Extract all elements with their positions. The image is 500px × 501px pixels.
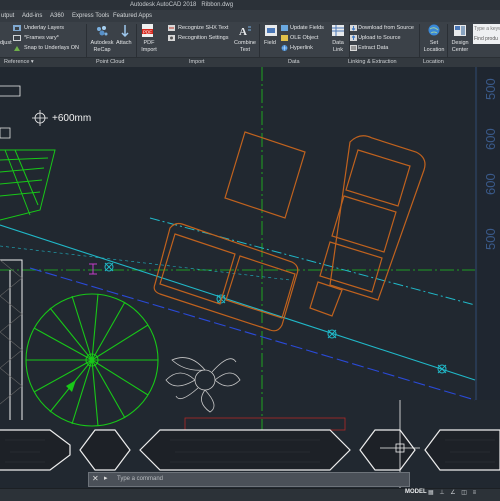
upload-to-source-button[interactable]: Upload to Source — [358, 35, 401, 42]
combine-text-icon: A — [239, 26, 251, 38]
find-products-field[interactable]: Find produ — [473, 35, 500, 44]
design-center-button[interactable]: Design Center — [448, 40, 472, 54]
ruler-label: 600 — [483, 128, 498, 150]
frames-vary-dropdown[interactable]: *Frames vary* — [24, 35, 59, 42]
extract-data-button[interactable]: Extract Data — [358, 45, 388, 52]
panel-label-location: Location — [423, 59, 444, 65]
panel-label-import: Import — [189, 59, 205, 65]
command-prompt-icon[interactable]: ▸ — [104, 474, 108, 482]
adjust-button[interactable]: djust — [0, 40, 12, 47]
frames-icon — [13, 35, 21, 41]
data-link-button[interactable]: Data Link — [328, 40, 348, 54]
command-line[interactable]: ✕ ▸ Type a command — [88, 472, 410, 487]
title-bar: Autodesk AutoCAD 2018 Ribbon.dwg — [0, 0, 500, 10]
recap-icon — [97, 26, 108, 36]
tab-express-tools[interactable]: Express Tools — [72, 10, 109, 22]
wall-segment — [424, 429, 500, 471]
autodesk-recap-button[interactable]: Autodesk ReCap — [88, 40, 116, 54]
tab-add-ins[interactable]: Add-ins — [22, 10, 42, 22]
ole-object-button[interactable]: OLE Object — [290, 35, 318, 42]
underlay-layers-button[interactable]: Underlay Layers — [24, 25, 64, 32]
download-icon — [350, 25, 357, 31]
command-input[interactable]: Type a command — [117, 476, 163, 482]
data-link-icon — [332, 25, 344, 36]
pdf-import-button[interactable]: PDF Import — [138, 40, 160, 54]
tab-featured-apps[interactable]: Featured Apps — [113, 10, 152, 22]
set-location-icon — [428, 24, 440, 36]
update-fields-icon — [281, 25, 288, 31]
search-input[interactable] — [473, 24, 500, 35]
tab-output[interactable]: utput — [1, 10, 14, 22]
download-from-source-button[interactable]: Download from Source — [358, 25, 414, 32]
ole-object-icon — [281, 35, 288, 41]
wall-segment — [139, 429, 351, 471]
model-tab[interactable]: MODEL — [405, 489, 427, 495]
hyperlink-button[interactable]: Hyperlink — [290, 45, 313, 52]
underlay-layers-icon — [13, 25, 21, 31]
panel-label-data: Data — [288, 59, 300, 65]
attach-button[interactable]: Attach — [116, 40, 132, 47]
ruler-label: 500 — [483, 78, 498, 100]
upload-icon — [350, 35, 357, 41]
update-fields-button[interactable]: Update Fields — [290, 25, 324, 32]
recognize-shx-icon — [168, 25, 175, 31]
dimension-label: +600mm — [52, 113, 91, 124]
recognition-settings-button[interactable]: Recognition Settings — [178, 35, 228, 42]
close-icon[interactable]: ✕ — [92, 474, 99, 483]
snap-to-underlays-dropdown[interactable]: Snap to Underlays ON — [24, 45, 79, 52]
svg-text:A: A — [239, 26, 247, 38]
field-icon — [265, 25, 277, 36]
ruler-label: 600 — [483, 173, 498, 195]
tab-a360[interactable]: A360 — [50, 10, 64, 22]
combine-text-button[interactable]: Combine Text — [232, 40, 258, 54]
status-bar-toggles[interactable]: ▦ ⊥ ∠ ◫ ≡ — [428, 489, 478, 496]
recognition-settings-icon — [168, 35, 175, 41]
ribbon-panel-labels: Reference ▾ Point Cloud Import Data Link… — [0, 57, 500, 67]
hyperlink-icon — [281, 45, 288, 51]
set-location-button[interactable]: Set Location — [422, 40, 446, 54]
extract-data-icon — [350, 45, 357, 51]
field-button[interactable]: Field — [264, 40, 276, 47]
drawing-canvas[interactable]: 500 600 600 500 +600mm — [0, 67, 500, 488]
svg-text:PDF: PDF — [143, 29, 152, 34]
canvas-background — [0, 67, 500, 488]
app-title: Autodesk AutoCAD 2018 Ribbon.dwg — [130, 2, 234, 8]
attach-icon — [121, 25, 129, 38]
pdf-icon: PDF — [142, 24, 153, 37]
panel-label-point-cloud: Point Cloud — [96, 59, 125, 65]
panel-label-linking: Linking & Extraction — [348, 59, 397, 65]
panel-label-reference[interactable]: Reference ▾ — [4, 58, 34, 67]
snap-icon — [14, 46, 20, 51]
recognize-shx-text-button[interactable]: Recognize SHX Text — [178, 25, 228, 32]
ruler-label: 500 — [483, 228, 498, 250]
design-center-icon — [454, 25, 466, 36]
